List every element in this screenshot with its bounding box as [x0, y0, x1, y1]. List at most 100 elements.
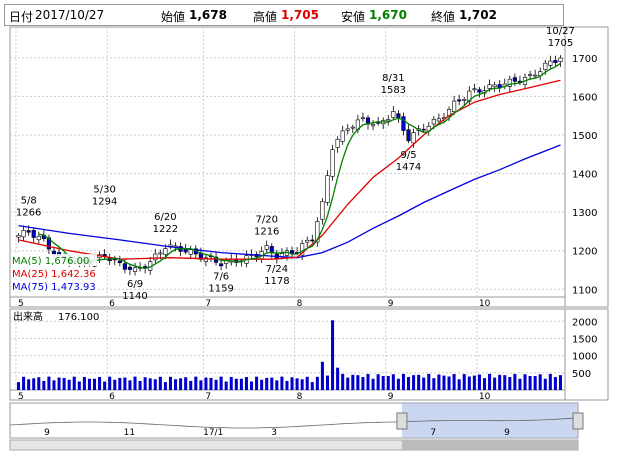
candle-body: [512, 77, 517, 82]
volume-bar: [57, 377, 61, 390]
volume-bar: [488, 373, 492, 390]
volume-bar: [128, 380, 132, 390]
navigator-tick-label: 9: [44, 428, 50, 438]
candle-body: [264, 245, 269, 250]
candle-body: [558, 57, 563, 62]
volume-bar: [412, 375, 416, 390]
price-tick-label: 1600: [572, 92, 597, 103]
candle-body: [487, 84, 492, 89]
volume-bar: [346, 377, 350, 390]
annotation-value: 1294: [92, 196, 117, 207]
volume-bar: [123, 377, 127, 390]
candle-body: [528, 74, 533, 76]
volume-bar: [42, 380, 46, 390]
navigator-scroll-thumb[interactable]: [401, 440, 578, 450]
candle-body: [431, 119, 436, 125]
volume-tick-label: 1000: [572, 352, 597, 363]
volume-bar: [158, 376, 162, 390]
candle-body: [340, 130, 345, 142]
navigator-right-handle[interactable]: [572, 412, 584, 430]
candle-body: [492, 84, 497, 88]
volume-bar: [174, 379, 178, 390]
price-tick-label: 1500: [572, 131, 597, 142]
volume-bar: [381, 376, 385, 390]
price-tick-label: 1100: [572, 285, 597, 296]
navigator-left-handle[interactable]: [396, 412, 408, 430]
volume-x-tick-label: 6: [109, 392, 115, 402]
candle-body: [452, 100, 457, 112]
volume-bar: [52, 380, 56, 390]
volume-bar: [315, 376, 319, 390]
candle-body: [320, 201, 325, 220]
volume-bar: [234, 378, 238, 390]
volume-x-tick-label: 10: [479, 392, 491, 402]
volume-bar: [503, 375, 507, 390]
candle-body: [396, 113, 401, 118]
price-x-tick-label: 5: [18, 299, 24, 309]
annotation-date: 5/8: [21, 195, 37, 206]
volume-bar: [265, 377, 269, 390]
price-x-tick-label: 8: [297, 299, 303, 309]
candle-body: [553, 60, 558, 64]
price-tick-label: 1400: [572, 170, 597, 181]
volume-bar: [270, 377, 274, 390]
volume-bar: [351, 374, 355, 390]
volume-bar: [391, 374, 395, 390]
volume-bar: [214, 379, 218, 390]
candle-body: [543, 62, 548, 70]
annotation-value: 1140: [122, 291, 147, 302]
candle-body: [370, 124, 376, 127]
navigator-tick-label: 3: [271, 428, 277, 438]
price-x-tick-label: 7: [205, 299, 211, 309]
annotation-date: 9/5: [400, 150, 416, 161]
candle-body: [548, 60, 553, 66]
volume-bar: [376, 374, 380, 390]
price-x-tick-label: 10: [479, 299, 491, 309]
volume-bar: [229, 376, 233, 390]
stock-chart-screen: 日付 2017/10/27 始値 1,678 高値 1,705 安値 1,670…: [0, 0, 640, 460]
volume-bar: [194, 376, 198, 390]
candle-body: [360, 117, 366, 120]
volume-bar: [498, 374, 502, 390]
annotation-value: 1705: [548, 38, 573, 49]
volume-bar: [361, 377, 365, 390]
volume-bar: [366, 373, 370, 390]
volume-bar: [482, 378, 487, 390]
volume-bar: [518, 378, 522, 390]
volume-bar: [189, 380, 193, 390]
volume-bar: [133, 376, 137, 390]
volume-bar: [204, 377, 208, 390]
candle-body: [305, 239, 310, 243]
volume-bar: [331, 320, 335, 390]
volume-bar: [472, 375, 476, 390]
volume-bar: [32, 378, 36, 390]
volume-bar: [432, 378, 436, 390]
annotation-value: 1583: [381, 85, 406, 96]
volume-bar: [477, 374, 481, 390]
volume-bar: [138, 380, 142, 390]
volume-bar: [417, 374, 421, 390]
volume-bar: [427, 373, 431, 390]
volume-bar: [255, 376, 259, 390]
price-panel-frame: [9, 26, 609, 308]
candle-body: [391, 111, 396, 118]
candle-body: [406, 129, 411, 142]
volume-bar: [407, 377, 411, 390]
volume-bar: [17, 382, 21, 390]
volume-bar: [325, 375, 330, 390]
candle-body: [132, 267, 138, 272]
volume-bar: [224, 381, 228, 390]
candle-body: [188, 249, 193, 255]
volume-bar: [442, 375, 446, 390]
volume-bar: [118, 377, 122, 390]
candle-body: [153, 253, 158, 261]
price-tick-label: 1300: [572, 208, 597, 219]
price-x-tick-label: 6: [109, 299, 115, 309]
annotation-date: 6/9: [127, 279, 143, 290]
annotation-value: 1222: [153, 224, 178, 235]
legend-label: MA(5) 1,676.00: [12, 256, 89, 267]
candle-body: [436, 118, 441, 122]
candle-body: [472, 88, 477, 91]
legend-label: MA(75) 1,473.93: [12, 282, 96, 293]
volume-bar: [437, 374, 441, 390]
